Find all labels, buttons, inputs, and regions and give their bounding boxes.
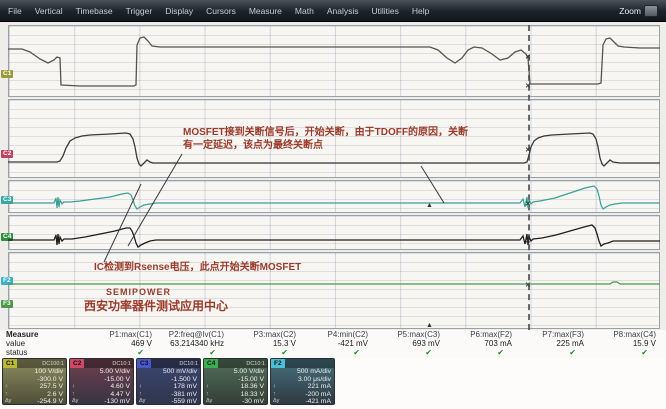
measure-label: Measure — [6, 330, 38, 339]
watermark-brand: SEMIPOWER — [106, 287, 171, 297]
descriptor-f2[interactable]: F2 500 mA/div 3.00 μs/div ↓221 mA ↑-200 … — [270, 358, 335, 405]
grid-panel-c4 — [8, 215, 660, 250]
ground-marker-c2[interactable]: C2 — [1, 150, 13, 158]
descriptor-c4[interactable]: C4 DC10:1 5.00 V/div -15.00 V ↓18.36 V ↑… — [203, 358, 268, 405]
trigger-delay-marker[interactable]: ▲ — [426, 202, 433, 209]
watermark-brand-sub: 西安功率器件测试应用中心 — [84, 297, 228, 314]
descriptor-c1[interactable]: C1 DC100:1 100 V/div -300.0 V ↓257.5 V ↑… — [2, 358, 67, 405]
channel-chip-c4: C4 — [204, 359, 218, 368]
menu-file[interactable]: File — [8, 6, 22, 16]
channel-chip-c2: C2 — [70, 359, 84, 368]
menu-cursors[interactable]: Cursors — [206, 6, 236, 16]
grid-panel-c1 — [8, 25, 660, 97]
ground-marker-c1[interactable]: C1 — [1, 70, 13, 78]
status-check-icon: ✔ — [546, 348, 656, 357]
descriptor-c2[interactable]: C2 DC10:1 5.00 V/div -15.00 V ↓4.60 V ↑4… — [69, 358, 134, 405]
time-cursor-line[interactable] — [528, 25, 530, 330]
annotation-turnoff-note: MOSFET接到关断信号后，开始关断，由于TDOFF的原因，关断 有一定延迟，该… — [183, 126, 483, 152]
ground-marker-f2[interactable]: F2 — [1, 277, 13, 285]
menu-measure[interactable]: Measure — [249, 6, 282, 16]
annotation-turnoff-line1: MOSFET接到关断信号后，开始关断，由于TDOFF的原因，关断 — [183, 126, 483, 139]
annotation-rsense-note: IC检测到Rsense电压，此点开始关断MOSFET — [94, 258, 301, 273]
menu-bar: File Vertical Timebase Trigger Display C… — [0, 0, 666, 22]
trace-descriptor-row: C1 DC100:1 100 V/div -300.0 V ↓257.5 V ↑… — [0, 358, 666, 406]
status-label: status — [6, 348, 38, 357]
zoom-grid-icon — [644, 5, 658, 17]
menu-help[interactable]: Help — [412, 6, 429, 16]
zoom-button[interactable]: Zoom — [619, 5, 658, 17]
menu-vertical[interactable]: Vertical — [35, 6, 63, 16]
menu-utilities[interactable]: Utilities — [371, 6, 398, 16]
descriptor-c3[interactable]: C3 DC10:1 500 mV/div -1.500 V ↓178 mV ↑-… — [136, 358, 201, 405]
measure-row-labels: Measure value status — [6, 330, 38, 357]
ground-marker-c4[interactable]: C4 — [1, 233, 13, 241]
annotation-turnoff-line2: 有一定延迟，该点为最终关断点 — [183, 139, 483, 152]
ground-marker-f3[interactable]: F3 — [1, 300, 13, 308]
trigger-delay-marker-bottom[interactable]: ▲ — [426, 322, 433, 329]
menu-trigger[interactable]: Trigger — [126, 6, 153, 16]
menu-math[interactable]: Math — [295, 6, 314, 16]
waveform-display-area — [0, 22, 666, 332]
measure-table: Measure value status P1:max(C1) 469 V ✔ … — [0, 330, 666, 358]
measure-param-p8[interactable]: P8:max(C4) 15.9 V ✔ — [546, 330, 656, 357]
menu-analysis[interactable]: Analysis — [327, 6, 359, 16]
channel-chip-c3: C3 — [137, 359, 151, 368]
channel-chip-f2: F2 — [271, 359, 285, 368]
menu-timebase[interactable]: Timebase — [76, 6, 113, 16]
grid-panel-c3 — [8, 180, 660, 213]
menu-display[interactable]: Display — [165, 6, 193, 16]
ground-marker-c3[interactable]: C3 — [1, 196, 13, 204]
zoom-button-label: Zoom — [619, 6, 641, 16]
value-label: value — [6, 339, 38, 348]
channel-chip-c1: C1 — [3, 359, 17, 368]
